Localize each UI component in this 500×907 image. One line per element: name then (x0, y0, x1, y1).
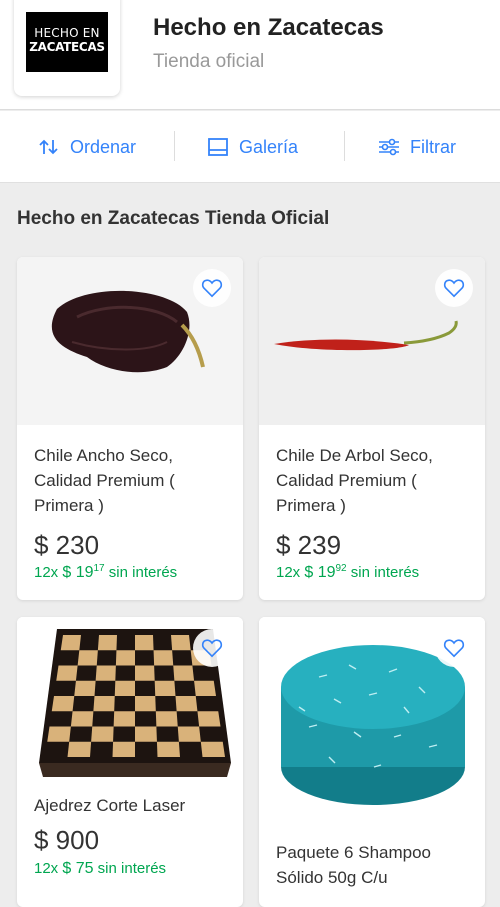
toolbar: Ordenar Galería Filtrar (0, 111, 500, 183)
product-title[interactable]: Paquete 6 Shampoo Sólido 50g C/u (276, 840, 471, 890)
installments: 12x $ 75 sin interés (34, 859, 166, 878)
product-title[interactable]: Ajedrez Corte Laser (34, 793, 229, 818)
installment-count: 12x (34, 564, 59, 581)
chess-square (47, 726, 71, 742)
chess-square (154, 680, 176, 696)
section-title: Hecho en Zacatecas Tienda Oficial (17, 208, 330, 229)
chess-square (197, 711, 221, 727)
chess-square (173, 665, 195, 681)
chess-square (91, 726, 114, 742)
store-header: HECHO EN ZACATECAS Hecho en Zacatecas Ti… (0, 0, 500, 110)
chess-square (155, 711, 178, 727)
gallery-button[interactable]: Galería (207, 111, 298, 183)
chess-square (156, 741, 180, 757)
logo-line1: HECHO EN (34, 26, 100, 40)
favorite-button[interactable] (435, 269, 473, 307)
chess-square (171, 635, 191, 651)
chess-square (74, 680, 96, 696)
logo-line2: ZACATECAS (29, 40, 105, 54)
product-price: $ 900 (34, 825, 100, 855)
chess-square (56, 665, 78, 681)
chess-square (135, 696, 156, 712)
product-card[interactable]: Chile De Arbol Seco, Calidad Premium ( P… (259, 257, 485, 600)
sort-icon (39, 139, 58, 155)
installments: 12x $ 1917 sin interés (34, 563, 177, 582)
chess-square (200, 741, 225, 757)
heart-icon (443, 639, 465, 658)
store-subtitle: Tienda oficial (153, 51, 265, 72)
favorite-button[interactable] (193, 269, 231, 307)
installment-amount: $ 75 (62, 860, 94, 877)
installment-suffix: sin interés (108, 564, 178, 581)
installment-amount: $ 19 (62, 564, 94, 581)
chess-square (194, 680, 216, 696)
chess-square (113, 711, 135, 727)
chess-square (93, 696, 115, 712)
product-title[interactable]: Chile Ancho Seco, Calidad Premium ( Prim… (34, 443, 229, 518)
favorite-button[interactable] (435, 629, 473, 667)
installment-cents: 17 (93, 563, 105, 574)
chess-square (60, 635, 81, 651)
heart-icon (201, 279, 223, 298)
chess-square (175, 696, 198, 712)
chess-square (135, 665, 155, 681)
chess-square (153, 650, 174, 666)
chess-square (135, 726, 157, 742)
store-logo-image: HECHO EN ZACATECAS (26, 12, 108, 72)
product-price: $ 239 (276, 530, 342, 560)
chess-square (114, 680, 135, 696)
filter-button[interactable]: Filtrar (378, 111, 456, 183)
product-image-blue-shampoo-bar[interactable] (259, 617, 485, 817)
chess-square (51, 696, 75, 712)
chess-square (67, 741, 92, 757)
product-image-red-arbol-chile[interactable] (259, 257, 485, 425)
store-name: Hecho en Zacatecas (153, 14, 384, 41)
filter-label: Filtrar (410, 136, 456, 157)
gallery-label: Galería (239, 136, 299, 157)
sort-label: Ordenar (70, 136, 137, 157)
heart-icon (443, 279, 465, 298)
product-image-dried-ancho-chile[interactable] (17, 257, 243, 425)
installment-amount: $ 19 (304, 564, 336, 581)
product-image-wooden-chessboard[interactable] (17, 617, 243, 785)
sort-button[interactable]: Ordenar (38, 111, 136, 183)
chess-square (115, 650, 135, 666)
chess-square (112, 741, 135, 757)
divider (174, 131, 175, 161)
product-card[interactable]: Chile Ancho Seco, Calidad Premium ( Prim… (17, 257, 243, 600)
chess-square (77, 650, 98, 666)
product-title[interactable]: Chile De Arbol Seco, Calidad Premium ( P… (276, 443, 471, 518)
product-card[interactable]: Paquete 6 Shampoo Sólido 50g C/u (259, 617, 485, 907)
divider (344, 131, 345, 161)
product-card[interactable]: Ajedrez Corte Laser $ 900 12x $ 75 sin i… (17, 617, 243, 907)
installment-suffix: sin interés (350, 564, 420, 581)
favorite-button[interactable] (193, 629, 231, 667)
installment-suffix: sin interés (97, 860, 167, 877)
installment-count: 12x (276, 564, 301, 581)
installments: 12x $ 1992 sin interés (276, 563, 419, 582)
chess-square (95, 665, 116, 681)
store-logo[interactable]: HECHO EN ZACATECAS (14, 0, 120, 96)
installment-cents: 92 (335, 563, 347, 574)
filter-icon (379, 138, 399, 156)
chess-square (97, 635, 117, 651)
product-price: $ 230 (34, 530, 100, 560)
chess-square (177, 726, 201, 742)
chess-square (70, 711, 94, 727)
gallery-icon (208, 138, 228, 156)
chess-square (135, 635, 154, 651)
installment-count: 12x (34, 860, 59, 877)
heart-icon (201, 639, 223, 658)
